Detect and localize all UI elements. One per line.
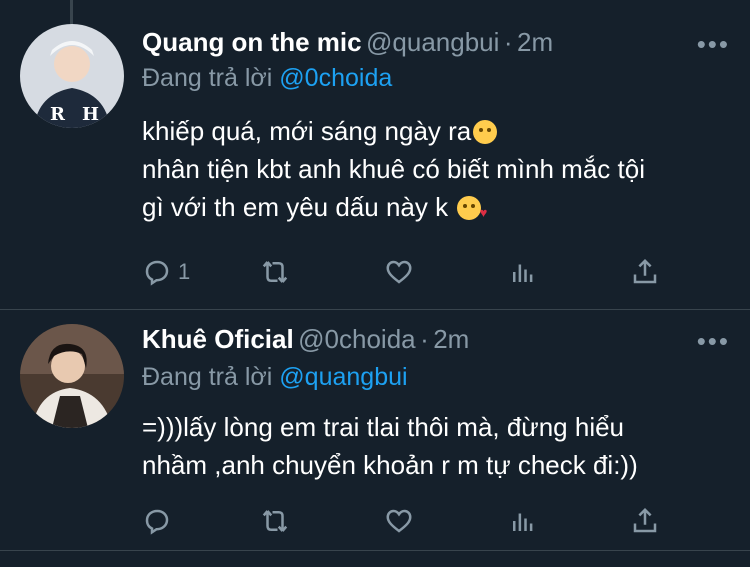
display-name[interactable]: Khuê Oficial (142, 324, 294, 354)
analytics-icon (513, 513, 533, 531)
replying-to-label: Đang trả lời @quangbui (142, 363, 408, 392)
reply-button[interactable]: 1 (142, 255, 190, 289)
analytics-icon (513, 264, 533, 282)
user-handle[interactable]: @quangbui (366, 27, 499, 57)
replying-to-label: Đang trả lời @0choida (142, 64, 392, 93)
replying-to-text: Đang trả lời (142, 363, 273, 391)
heart-icon (386, 260, 412, 284)
tweet-text-line: =)))lấy lòng em trai tlai thôi mà, đừng … (142, 412, 625, 442)
hugging-face-emoji-icon (473, 120, 498, 144)
retweet-icon (262, 261, 288, 283)
replying-to-text: Đang trả lời (142, 64, 273, 92)
tweet[interactable]: R H Quang on the mic @quangbui · 2m ••• … (0, 0, 750, 310)
display-name[interactable]: Quang on the mic (142, 27, 362, 57)
face-blowing-kiss-emoji-icon: ♥ (457, 196, 487, 220)
share-icon (633, 258, 657, 284)
tweet-actions (142, 504, 674, 538)
tweet-text-line: nhân tiện kbt anh khuê có biết mình mắc … (142, 154, 645, 184)
separator: · (420, 324, 429, 354)
retweet-icon (262, 510, 288, 532)
more-options-icon[interactable]: ••• (697, 326, 730, 357)
tweet[interactable]: Khuê Oficial @0choida · 2m ••• Đang trả … (0, 310, 750, 551)
heart-icon (386, 509, 412, 533)
svg-text:R: R (50, 104, 66, 125)
tweet-text-line: nhầm ,anh chuyển khoản r m tự check đi:)… (142, 450, 638, 480)
reply-count: 1 (178, 259, 191, 284)
tweet-text: khiếp quá, mới sáng ngày ra nhân tiện kb… (142, 112, 730, 226)
reply-icon (145, 260, 169, 286)
mention-link[interactable]: @0choida (279, 64, 392, 92)
mention-link[interactable]: @quangbui (279, 363, 407, 391)
tweet-actions: 1 (142, 255, 674, 289)
tweet-header: Quang on the mic @quangbui · 2m ••• (142, 27, 730, 60)
retweet-button[interactable] (260, 504, 290, 538)
analytics-button[interactable] (508, 255, 538, 289)
avatar[interactable] (20, 324, 124, 428)
tweet-text-line: khiếp quá, mới sáng ngày ra (142, 112, 730, 150)
share-button[interactable] (630, 504, 660, 538)
timestamp[interactable]: 2m (517, 27, 553, 57)
reply-icon (145, 509, 169, 535)
like-button[interactable] (384, 255, 414, 289)
user-handle[interactable]: @0choida (298, 324, 415, 354)
analytics-button[interactable] (508, 504, 538, 538)
share-icon (633, 507, 657, 533)
reply-button[interactable] (142, 504, 178, 538)
share-button[interactable] (630, 255, 660, 289)
timestamp[interactable]: 2m (433, 324, 469, 354)
svg-text:H: H (82, 104, 99, 125)
tweet-header: Khuê Oficial @0choida · 2m ••• (142, 324, 730, 357)
retweet-button[interactable] (260, 255, 290, 289)
more-options-icon[interactable]: ••• (697, 29, 730, 60)
like-button[interactable] (384, 504, 414, 538)
tweet-text: =)))lấy lòng em trai tlai thôi mà, đừng … (142, 408, 730, 484)
avatar[interactable]: R H (20, 24, 124, 128)
tweet-text-line: gì với th em yêu dấu này k ♥ (142, 192, 488, 222)
separator: · (503, 27, 513, 57)
